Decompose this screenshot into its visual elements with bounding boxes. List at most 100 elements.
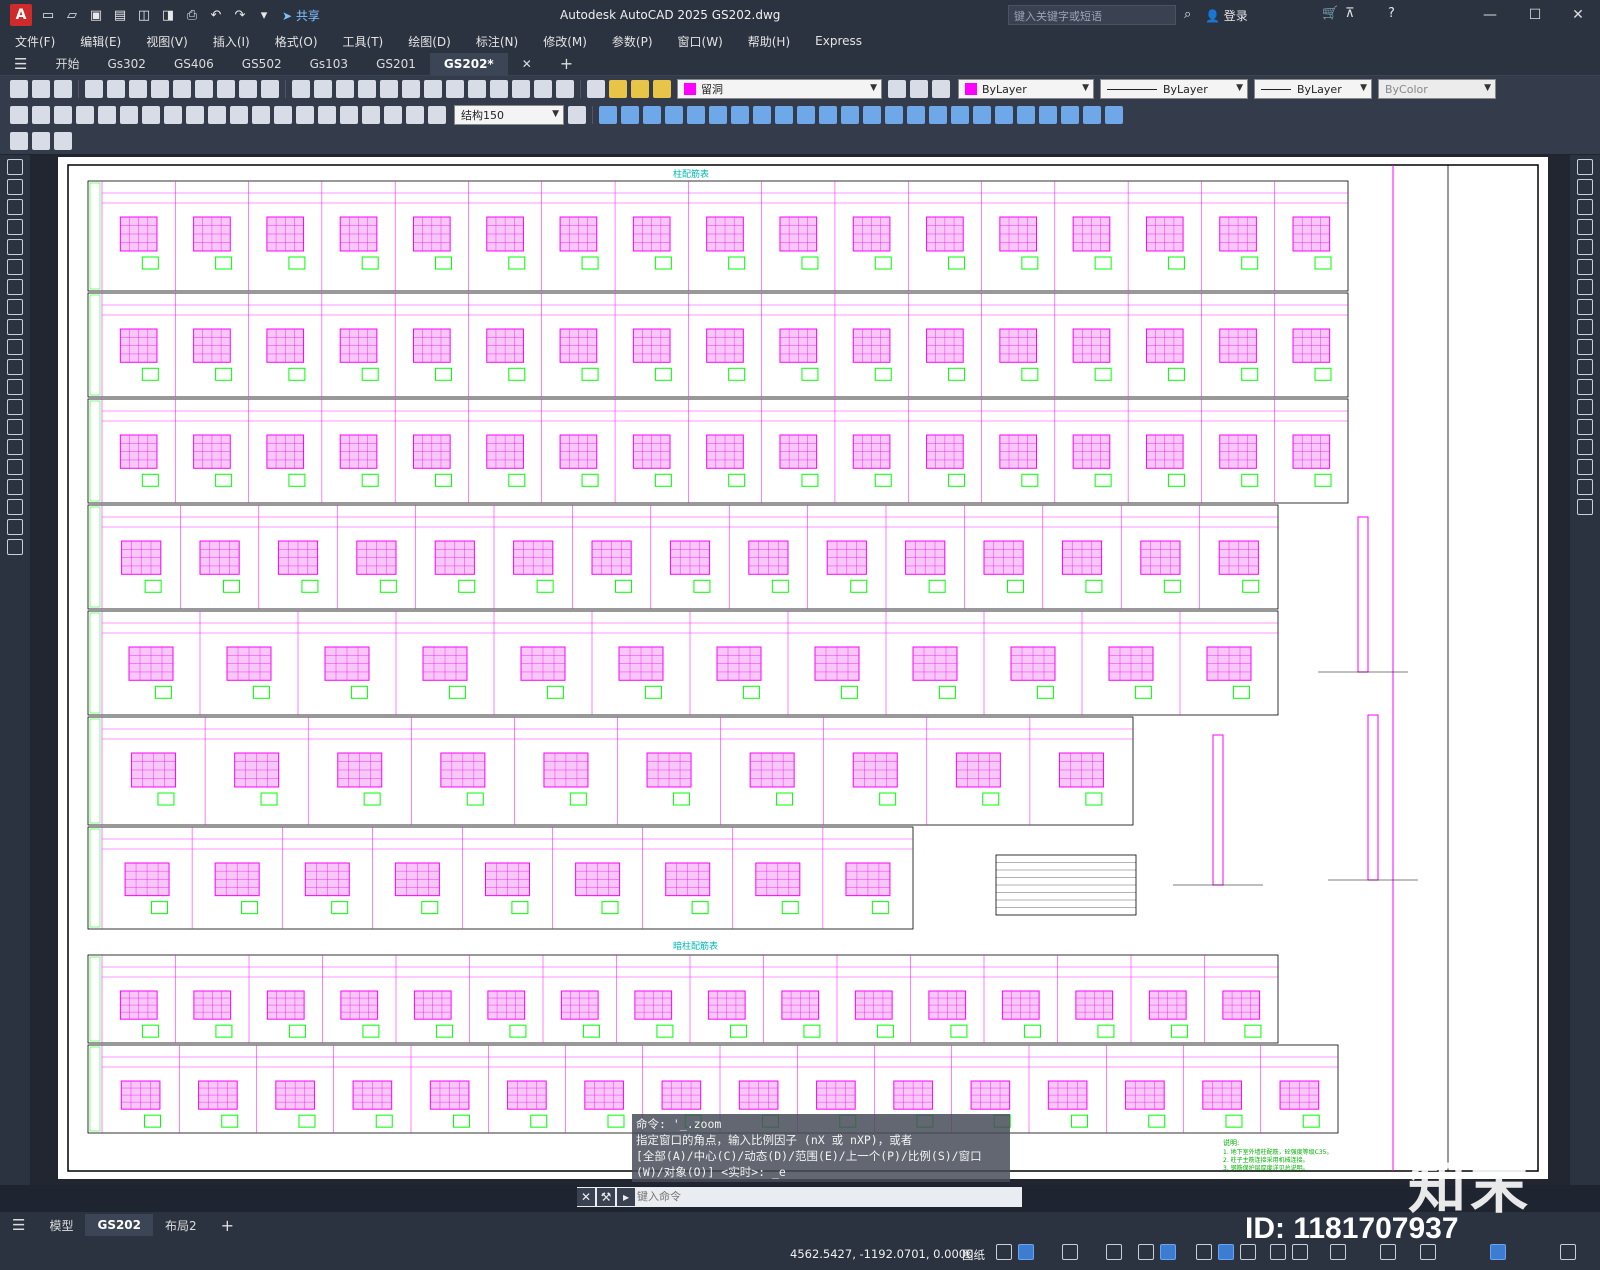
sync-attributes-icon[interactable] [54,132,72,150]
chamfer-v-icon[interactable] [1577,439,1593,455]
layer-previous-icon[interactable] [910,80,928,98]
dim-arc-icon[interactable] [54,106,72,124]
dim-radius-icon[interactable] [98,106,116,124]
polygon-icon[interactable] [7,219,23,235]
arc-icon[interactable] [7,259,23,275]
menu-window[interactable]: 窗口(W) [663,33,733,50]
block-icon[interactable] [7,399,23,415]
search-input[interactable]: 键入关键字或短语 [1008,5,1176,25]
customize-command-icon[interactable]: ⚒ [597,1188,615,1206]
dim-angular-icon[interactable] [164,106,182,124]
revcloud-icon[interactable] [7,299,23,315]
save-tb-icon[interactable] [54,80,72,98]
join-icon[interactable] [863,106,881,124]
snap-icon[interactable] [996,1244,1012,1260]
open-icon[interactable] [32,80,50,98]
new-file-icon[interactable]: ▭ [39,6,57,24]
design-center-icon[interactable] [446,80,464,98]
new-tab-button[interactable]: + [546,53,587,75]
quickcalc-icon[interactable] [534,80,552,98]
dim-style-icon[interactable] [568,106,586,124]
plot-icon[interactable]: ⎙ [183,6,201,24]
markup-icon[interactable] [512,80,530,98]
blend-v-icon[interactable] [1577,479,1593,495]
copy-v-icon[interactable] [1577,179,1593,195]
dim-text-edit-icon[interactable] [406,106,424,124]
explode-icon[interactable] [929,106,947,124]
edit-attribute-icon[interactable] [10,132,28,150]
point-icon[interactable] [7,419,23,435]
image-icon[interactable] [1105,106,1123,124]
autodesk-app-icon[interactable]: ⊼ [1345,6,1355,21]
close-command-icon[interactable]: ✕ [577,1188,595,1206]
sun-icon[interactable] [631,80,649,98]
array-icon[interactable] [687,106,705,124]
block-attribute-manager-icon[interactable] [32,132,50,150]
command-input[interactable] [637,1191,1022,1203]
array-v-icon[interactable] [1577,239,1593,255]
menu-tools[interactable]: 工具(T) [328,33,394,50]
insert-block-icon[interactable] [1017,106,1035,124]
dimstyle-dropdown[interactable]: 结构150 ▼ [454,105,564,125]
layer-dropdown[interactable]: 留洞 ▼ [677,79,882,99]
extend-v-icon[interactable] [1577,359,1593,375]
break-point-v-icon[interactable] [1577,379,1593,395]
open-file-icon[interactable]: ▱ [63,6,81,24]
menu-insert[interactable]: 插入(I) [198,33,260,50]
maximize-button[interactable]: ☐ [1515,4,1555,26]
chamfer-icon[interactable] [885,106,903,124]
hardware-acceleration-icon[interactable] [1420,1244,1436,1260]
tab-gs103[interactable]: Gs103 [296,53,362,75]
inspection-icon[interactable] [340,106,358,124]
redo-tb-icon[interactable] [314,80,332,98]
offset-icon[interactable] [665,106,683,124]
color-dropdown[interactable]: ByLayer ▼ [958,79,1094,99]
make-current-icon[interactable] [888,80,906,98]
offset-v-icon[interactable] [1577,219,1593,235]
stretch-icon[interactable] [775,106,793,124]
center-mark-icon[interactable] [318,106,336,124]
scale-icon[interactable] [753,106,771,124]
tab-start[interactable]: 开始 [41,53,93,75]
dim-edit-icon[interactable] [384,106,402,124]
rotate-v-icon[interactable] [1577,279,1593,295]
preview-icon[interactable] [107,80,125,98]
linetype-dropdown[interactable]: ByLayer ▼ [1100,79,1248,99]
table-icon[interactable] [7,499,23,515]
polar-icon[interactable] [1062,1244,1078,1260]
tab-layout-gs202[interactable]: GS202 [85,1214,154,1236]
share-button[interactable]: ➤ 共享 [282,7,320,24]
fillet-v-icon[interactable] [1577,459,1593,475]
annotation-scale-icon[interactable] [1292,1244,1308,1260]
mtext-icon[interactable] [7,519,23,535]
tab-layout-2[interactable]: 布局2 [153,1217,209,1234]
lineweight-dropdown[interactable]: ByLayer ▼ [1254,79,1372,99]
annotation-monitor-icon[interactable] [1270,1244,1286,1260]
object-snap-icon[interactable] [1160,1244,1176,1260]
join-v-icon[interactable] [1577,419,1593,435]
stretch-v-icon[interactable] [1577,319,1593,335]
dim-space-icon[interactable] [252,106,270,124]
dim-aligned-icon[interactable] [32,106,50,124]
spline-icon[interactable] [7,319,23,335]
erase-icon[interactable] [599,106,617,124]
hatch-icon[interactable] [7,439,23,455]
move-icon[interactable] [709,106,727,124]
search-icon[interactable]: ⌕ [1184,7,1191,22]
insert-icon[interactable] [7,379,23,395]
menu-help[interactable]: 帮助(H) [733,33,800,50]
redo-icon[interactable]: ↷ [231,6,249,24]
minimize-button[interactable]: — [1470,4,1510,26]
plot-tb-icon[interactable] [85,80,103,98]
help-tb-icon[interactable] [556,80,574,98]
move-v-icon[interactable] [1577,259,1593,275]
menu-parametric[interactable]: 参数(P) [597,33,663,50]
add-layout-button[interactable]: + [209,1216,246,1235]
explode-v-icon[interactable] [1577,499,1593,515]
pan-icon[interactable] [336,80,354,98]
properties-icon[interactable] [424,80,442,98]
tab-gs302[interactable]: Gs302 [93,53,159,75]
qnew-icon[interactable] [10,80,28,98]
menu-express[interactable]: Express [800,34,872,48]
xref-icon[interactable] [1083,106,1101,124]
